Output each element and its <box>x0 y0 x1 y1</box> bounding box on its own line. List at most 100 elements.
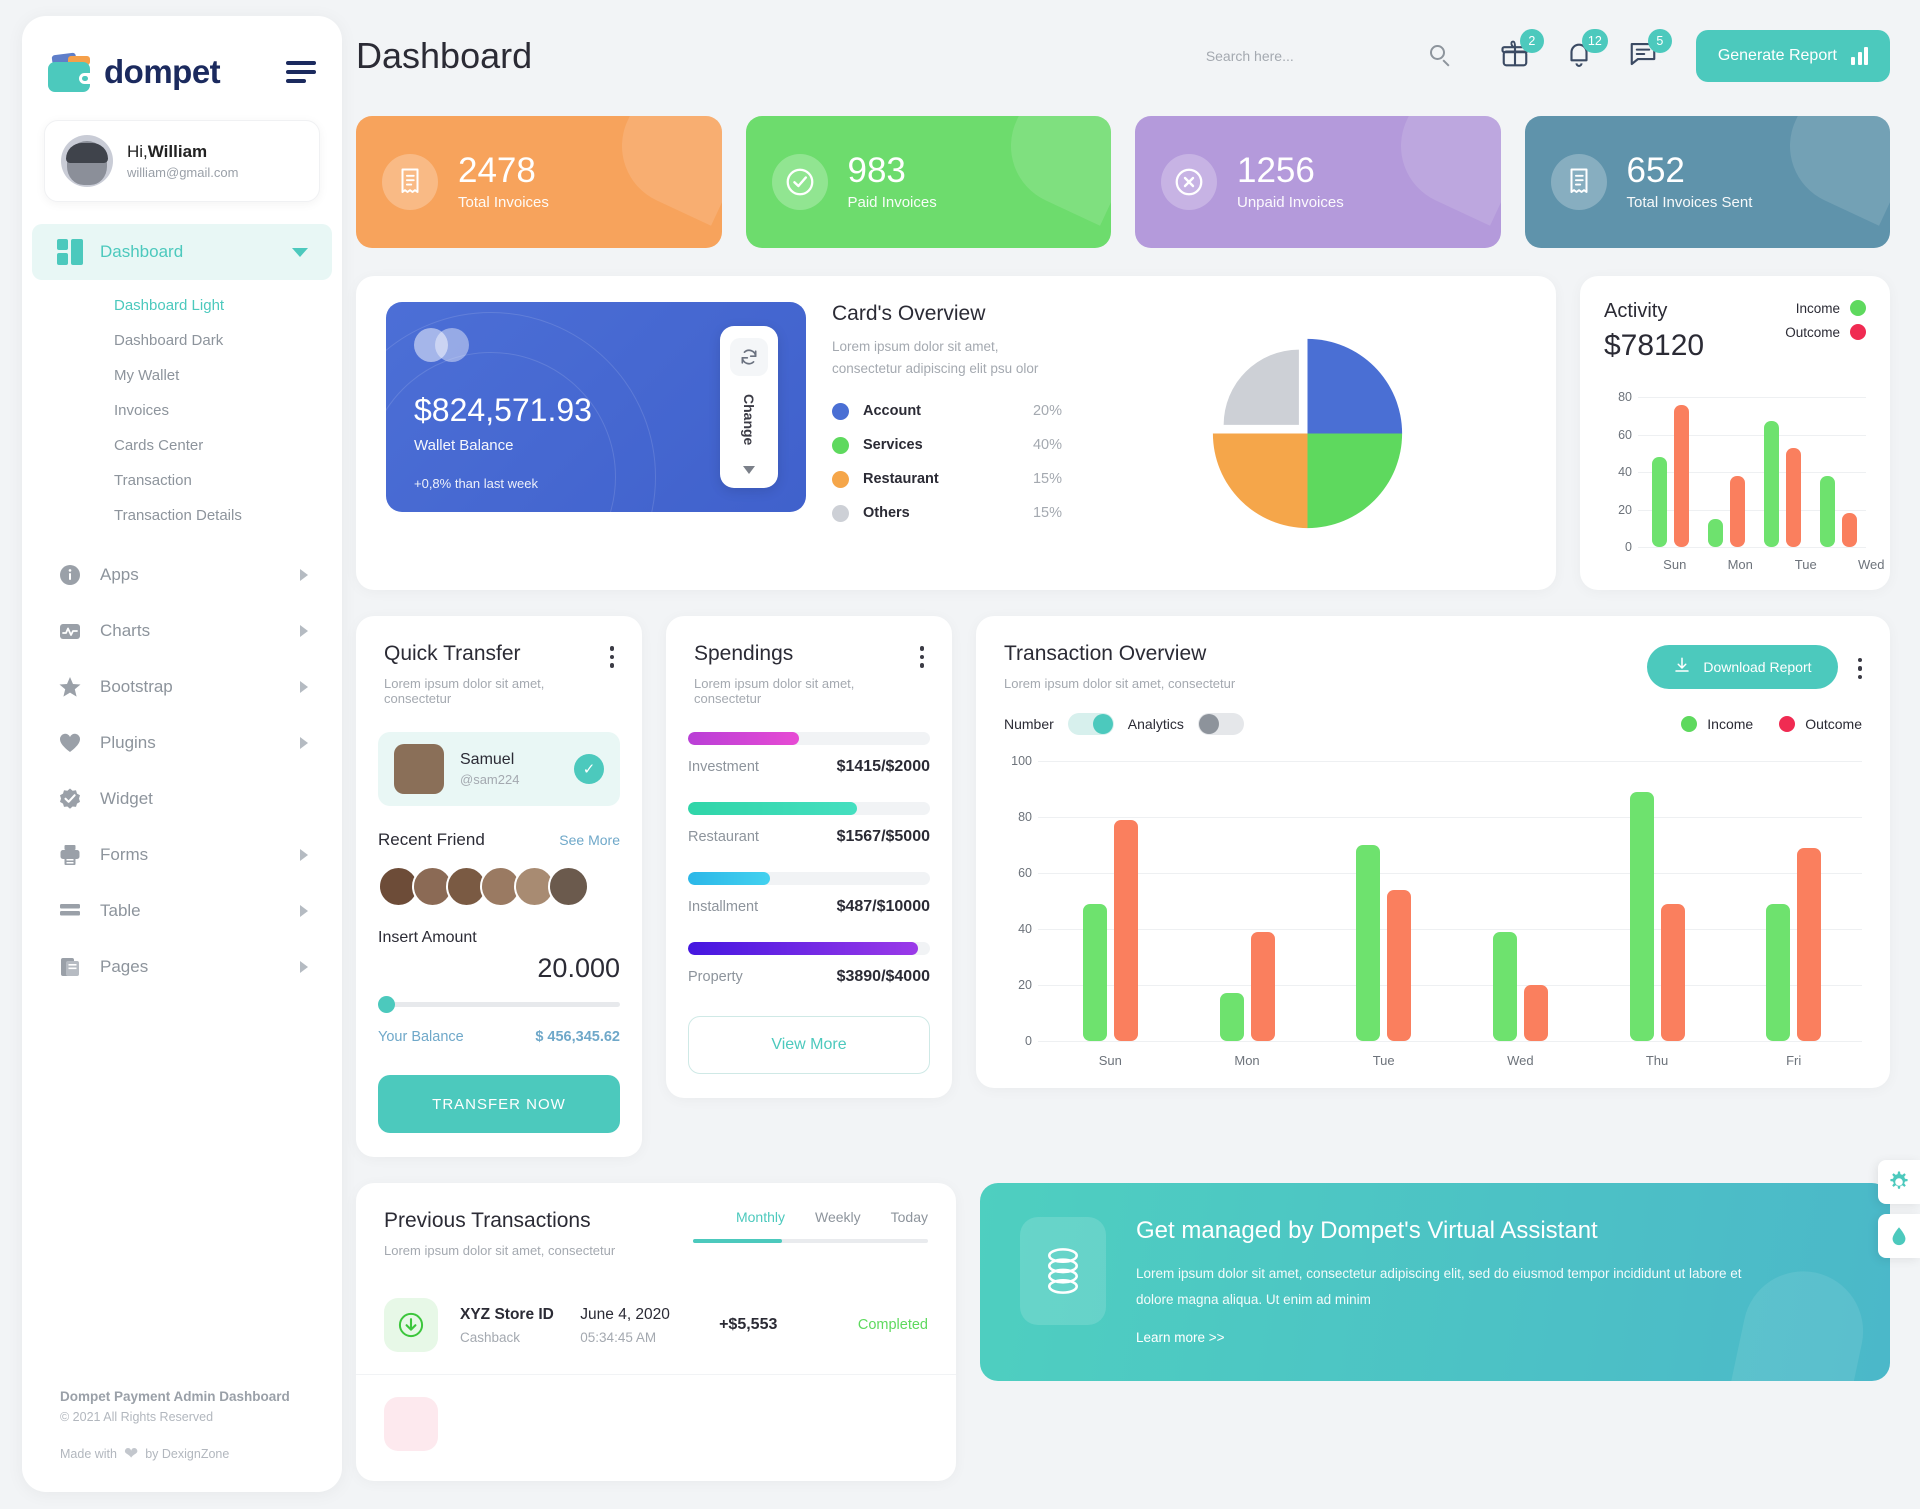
amount-slider[interactable] <box>378 996 620 1013</box>
legend-label: Outcome <box>1805 716 1862 732</box>
tab-monthly[interactable]: Monthly <box>736 1209 785 1225</box>
grid-icon <box>56 238 84 266</box>
hamburger-menu-icon[interactable] <box>286 61 316 83</box>
spending-item-restaurant: Restaurant $1567 /$5000 <box>688 802 930 846</box>
bar-group <box>1452 761 1589 1041</box>
bar-outcome <box>1785 447 1801 547</box>
more-options-icon[interactable] <box>609 642 614 706</box>
toggle-number[interactable] <box>1067 713 1114 735</box>
recent-friends-list <box>378 866 620 907</box>
chevron-right-icon <box>300 905 308 917</box>
page-title: Dashboard <box>356 35 533 76</box>
transaction-name: XYZ Store ID <box>460 1305 554 1323</box>
view-more-button[interactable]: View More <box>688 1016 930 1074</box>
stat-label: Total Invoices Sent <box>1626 193 1753 211</box>
spending-amount: $1567 <box>836 828 882 845</box>
sidebar-item-dashboard[interactable]: Dashboard <box>32 224 332 280</box>
settings-gear-icon[interactable] <box>1878 1160 1920 1204</box>
spending-max: /$5000 <box>881 828 930 845</box>
bar-outcome <box>1841 513 1857 547</box>
chevron-right-icon <box>300 681 308 693</box>
bar-outcome <box>1523 985 1548 1041</box>
activity-amount: $78120 <box>1604 329 1705 362</box>
promo-banner[interactable]: Get managed by Dompet's Virtual Assistan… <box>980 1183 1890 1382</box>
wallet-credit-card[interactable]: $824,571.93 Wallet Balance +0,8% than la… <box>386 302 806 512</box>
transaction-overview-subtitle: Lorem ipsum dolor sit amet, consectetur <box>1004 676 1236 691</box>
message-icon[interactable]: 5 <box>1628 29 1672 73</box>
droplet-icon[interactable] <box>1878 1214 1920 1258</box>
download-report-button[interactable]: Download Report <box>1647 644 1838 689</box>
sidebar-item-table[interactable]: Table <box>32 883 332 939</box>
sidebar-subitem-dashboard-light[interactable]: Dashboard Light <box>22 288 342 323</box>
sidebar-subitem-invoices[interactable]: Invoices <box>22 393 342 428</box>
user-profile[interactable]: Hi,William william@gmail.com <box>44 120 320 202</box>
check-circle-icon <box>771 154 828 210</box>
selected-friend[interactable]: Samuel @sam224 ✓ <box>378 732 620 806</box>
sidebar-item-plugins[interactable]: Plugins <box>32 715 332 771</box>
x-tick: Mon <box>1727 557 1753 572</box>
y-tick: 80 <box>1018 810 1032 824</box>
spending-max: /$2000 <box>881 758 930 775</box>
printer-icon <box>56 841 84 869</box>
chevron-down-icon[interactable] <box>743 466 755 474</box>
friend-name: Samuel <box>460 751 515 768</box>
sidebar-subitem-transaction[interactable]: Transaction <box>22 463 342 498</box>
search-input[interactable] <box>1185 33 1466 79</box>
sidebar-subitem-cards-center[interactable]: Cards Center <box>22 428 342 463</box>
table-row[interactable]: XYZ Store ID Cashback June 4, 2020 05:34… <box>356 1276 956 1375</box>
quick-transfer-panel: Quick Transfer Lorem ipsum dolor sit ame… <box>356 616 642 1157</box>
sidebar-item-label: Charts <box>100 621 151 640</box>
slider-handle[interactable] <box>378 996 395 1013</box>
panels-row: Quick Transfer Lorem ipsum dolor sit ame… <box>356 590 1920 1157</box>
card-change-switch[interactable]: Change <box>720 326 778 488</box>
info-icon <box>56 561 84 589</box>
tab-today[interactable]: Today <box>891 1209 928 1225</box>
x-tick: Wed <box>1858 557 1885 572</box>
stat-card-unpaid-invoices[interactable]: 1256 Unpaid Invoices <box>1135 116 1501 248</box>
toggle-analytics[interactable] <box>1197 713 1244 735</box>
status-badge: Completed <box>857 1317 928 1333</box>
sidebar-item-label: Forms <box>100 845 149 864</box>
sidebar-item-apps[interactable]: Apps <box>32 547 332 603</box>
heart-icon: ❤ <box>123 1444 139 1463</box>
more-options-icon[interactable] <box>1857 654 1862 680</box>
stat-card-total-invoices-sent[interactable]: 652 Total Invoices Sent <box>1524 116 1890 248</box>
generate-report-button[interactable]: Generate Report <box>1695 30 1890 82</box>
spendings-title: Spendings <box>694 642 794 665</box>
download-report-label: Download Report <box>1703 658 1812 675</box>
avatar <box>61 135 113 187</box>
search-icon[interactable] <box>1429 45 1450 67</box>
sidebar-item-charts[interactable]: Charts <box>32 603 332 659</box>
tab-weekly[interactable]: Weekly <box>815 1209 861 1225</box>
bar-group <box>1725 761 1862 1041</box>
transfer-now-button[interactable]: TRANSFER NOW <box>378 1075 620 1133</box>
star-icon <box>56 673 84 701</box>
sidebar-subitem-my-wallet[interactable]: My Wallet <box>22 358 342 393</box>
sidebar-item-bootstrap[interactable]: Bootstrap <box>32 659 332 715</box>
table-row[interactable] <box>356 1375 956 1481</box>
dompet-wallet-logo-icon <box>48 52 94 92</box>
sidebar-subitem-dashboard-dark[interactable]: Dashboard Dark <box>22 323 342 358</box>
amount-value[interactable]: 20.000 <box>378 953 620 984</box>
gift-icon[interactable]: 2 <box>1500 29 1544 73</box>
learn-more-link[interactable]: Learn more >> <box>1136 1330 1225 1345</box>
stat-card-total-invoices[interactable]: 2478 Total Invoices <box>356 116 722 248</box>
friend-avatar[interactable] <box>548 866 589 907</box>
x-tick: Tue <box>1794 557 1817 572</box>
sidebar-item-widget[interactable]: Widget <box>32 771 332 827</box>
sidebar-item-pages[interactable]: Pages <box>32 939 332 995</box>
avatar <box>394 744 444 794</box>
sidebar-subitem-transaction-details[interactable]: Transaction Details <box>22 498 342 533</box>
more-options-icon[interactable] <box>919 642 924 706</box>
chevron-right-icon <box>300 961 308 973</box>
sidebar-item-label: Table <box>100 901 141 920</box>
stat-card-paid-invoices[interactable]: 983 Paid Invoices <box>745 116 1111 248</box>
coins-icon <box>1020 1217 1106 1325</box>
y-tick: 20 <box>1018 978 1032 992</box>
see-more-link[interactable]: See More <box>559 832 620 848</box>
change-label: Change <box>741 394 757 446</box>
x-tick: Tue <box>1372 1053 1395 1068</box>
stat-value: 652 <box>1626 151 1685 191</box>
sidebar-item-forms[interactable]: Forms <box>32 827 332 883</box>
bell-icon[interactable]: 12 <box>1564 29 1608 73</box>
